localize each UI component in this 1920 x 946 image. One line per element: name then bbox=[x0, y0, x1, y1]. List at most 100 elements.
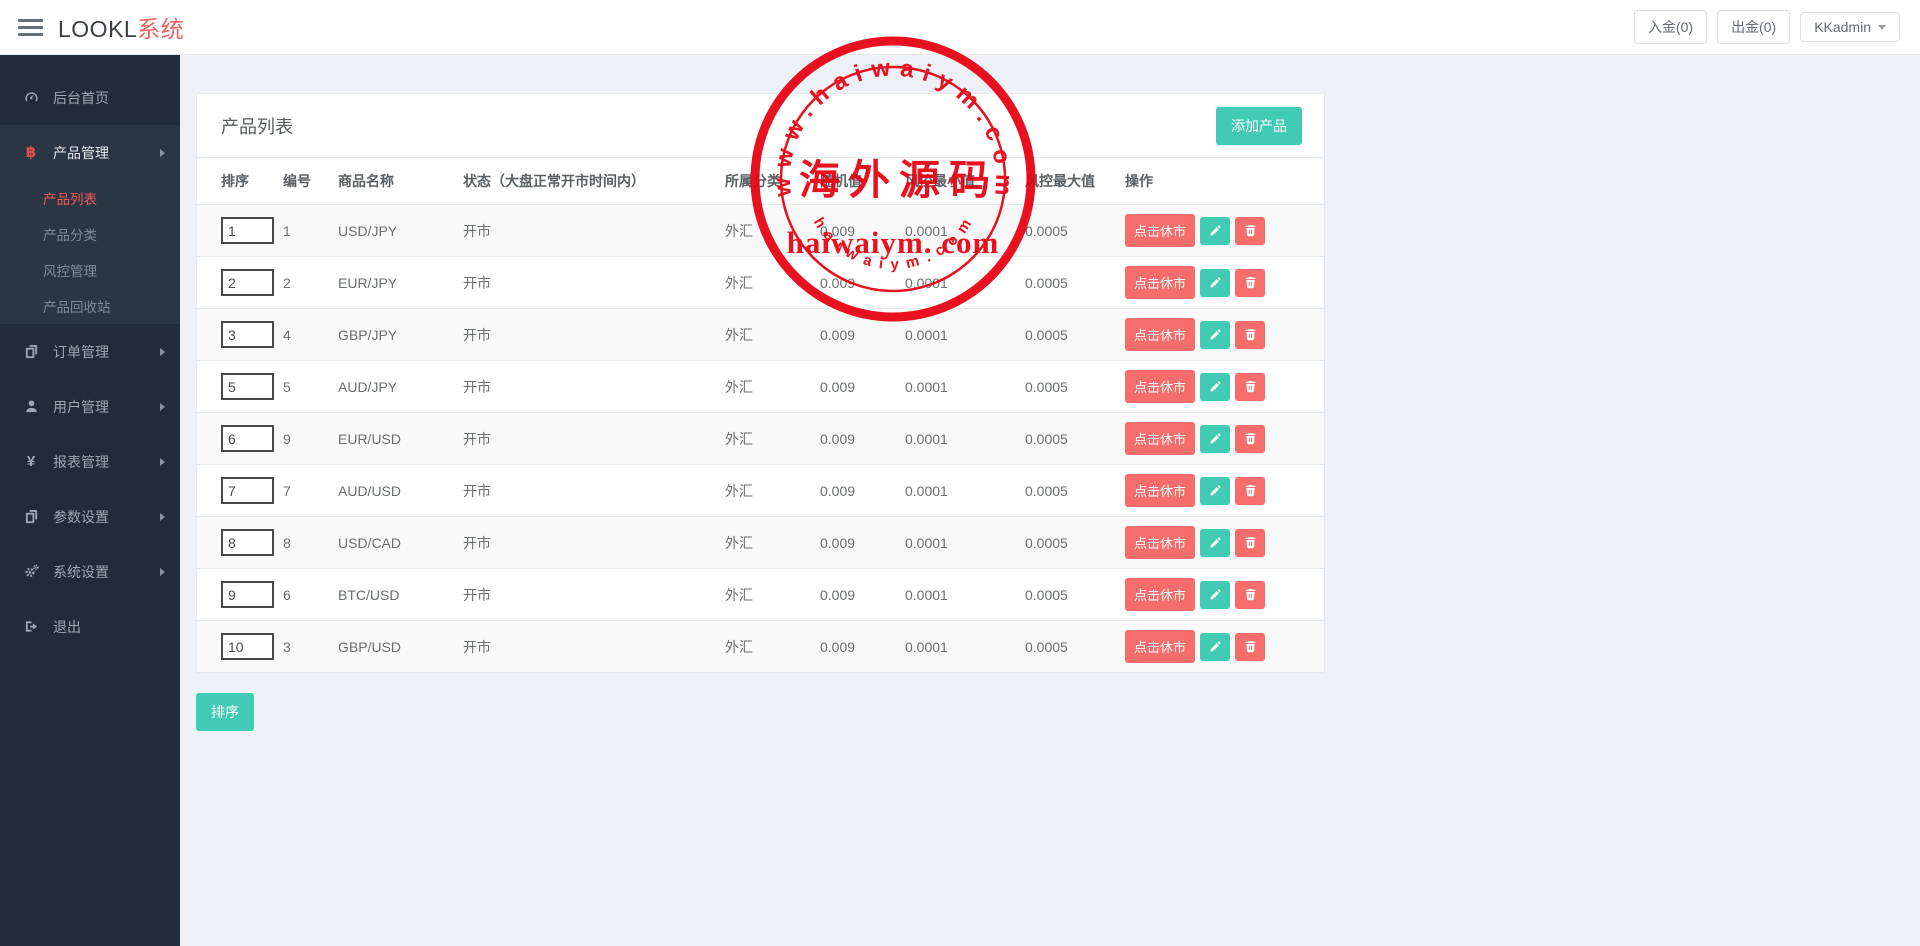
add-product-button[interactable]: 添加产品 bbox=[1216, 107, 1302, 145]
random-value-cell: 0.009 bbox=[820, 621, 905, 673]
category-cell: 外汇 bbox=[725, 465, 820, 517]
risk-max-cell: 0.0005 bbox=[1025, 465, 1125, 517]
sidebar-subitem-risk-mgmt[interactable]: 风控管理 bbox=[0, 252, 180, 288]
table-body: 1USD/JPY开市外汇0.0090.00010.0005点击休市2EUR/JP… bbox=[197, 205, 1324, 673]
sidebar-item-param-settings[interactable]: 参数设置 bbox=[0, 489, 180, 544]
sort-input[interactable] bbox=[221, 477, 274, 504]
product-list-panel: 产品列表 添加产品 排序编号商品名称状态（大盘正常开市时间内）所属分类随机值风控… bbox=[196, 93, 1325, 673]
edit-button[interactable] bbox=[1200, 425, 1230, 453]
random-value-cell: 0.009 bbox=[820, 569, 905, 621]
chevron-down-icon bbox=[1878, 25, 1886, 30]
sort-input[interactable] bbox=[221, 269, 274, 296]
copy-icon bbox=[21, 344, 41, 359]
sidebar-subitem-product-category[interactable]: 产品分类 bbox=[0, 216, 180, 252]
product-table: 排序编号商品名称状态（大盘正常开市时间内）所属分类随机值风控最小值风控最大值操作… bbox=[197, 158, 1324, 672]
user-menu-button[interactable]: KKadmin bbox=[1800, 12, 1900, 42]
edit-button[interactable] bbox=[1200, 217, 1230, 245]
close-market-button[interactable]: 点击休市 bbox=[1125, 266, 1195, 299]
table-row: 7AUD/USD开市外汇0.0090.00010.0005点击休市 bbox=[197, 465, 1324, 517]
sidebar-item-label: 订单管理 bbox=[53, 342, 109, 362]
sort-input[interactable] bbox=[221, 321, 274, 348]
risk-max-cell: 0.0005 bbox=[1025, 257, 1125, 309]
sidebar-submenu: 产品列表产品分类风控管理产品回收站 bbox=[0, 180, 180, 324]
sidebar-group-param-settings: 参数设置 bbox=[0, 489, 180, 544]
delete-button[interactable] bbox=[1235, 321, 1265, 349]
product-name-cell: EUR/JPY bbox=[338, 257, 463, 309]
random-value-cell: 0.009 bbox=[820, 465, 905, 517]
deposit-button[interactable]: 入金(0) bbox=[1634, 10, 1707, 44]
delete-button[interactable] bbox=[1235, 477, 1265, 505]
sidebar-item-dashboard[interactable]: 后台首页 bbox=[0, 70, 180, 125]
product-id-cell: 1 bbox=[283, 205, 338, 257]
user-icon bbox=[21, 399, 41, 414]
risk-min-cell: 0.0001 bbox=[905, 569, 1025, 621]
edit-button[interactable] bbox=[1200, 477, 1230, 505]
table-row: 3GBP/USD开市外汇0.0090.00010.0005点击休市 bbox=[197, 621, 1324, 673]
sidebar-item-label: 后台首页 bbox=[53, 88, 109, 108]
sidebar: 后台首页 ฿产品管理产品列表产品分类风控管理产品回收站订单管理用户管理¥报表管理参… bbox=[0, 55, 180, 946]
sidebar-item-order-mgmt[interactable]: 订单管理 bbox=[0, 324, 180, 379]
sort-input[interactable] bbox=[221, 425, 274, 452]
close-market-button[interactable]: 点击休市 bbox=[1125, 474, 1195, 507]
edit-button[interactable] bbox=[1200, 269, 1230, 297]
edit-button[interactable] bbox=[1200, 373, 1230, 401]
category-cell: 外汇 bbox=[725, 413, 820, 465]
sidebar-subitem-product-recycle[interactable]: 产品回收站 bbox=[0, 288, 180, 324]
sidebar-item-label: 报表管理 bbox=[53, 452, 109, 472]
sidebar-item-product-mgmt[interactable]: ฿产品管理 bbox=[0, 125, 180, 180]
product-name-cell: BTC/USD bbox=[338, 569, 463, 621]
edit-button[interactable] bbox=[1200, 529, 1230, 557]
close-market-button[interactable]: 点击休市 bbox=[1125, 578, 1195, 611]
sort-input[interactable] bbox=[221, 581, 274, 608]
withdraw-button[interactable]: 出金(0) bbox=[1717, 10, 1790, 44]
product-name-cell: GBP/JPY bbox=[338, 309, 463, 361]
close-market-button[interactable]: 点击休市 bbox=[1125, 422, 1195, 455]
close-market-button[interactable]: 点击休市 bbox=[1125, 370, 1195, 403]
sort-input[interactable] bbox=[221, 373, 274, 400]
close-market-button[interactable]: 点击休市 bbox=[1125, 318, 1195, 351]
edit-button[interactable] bbox=[1200, 633, 1230, 661]
product-id-cell: 5 bbox=[283, 361, 338, 413]
delete-button[interactable] bbox=[1235, 425, 1265, 453]
delete-button[interactable] bbox=[1235, 217, 1265, 245]
table-row: 8USD/CAD开市外汇0.0090.00010.0005点击休市 bbox=[197, 517, 1324, 569]
sidebar-item-system-settings[interactable]: 系统设置 bbox=[0, 544, 180, 599]
category-cell: 外汇 bbox=[725, 309, 820, 361]
sort-input[interactable] bbox=[221, 217, 274, 244]
delete-button[interactable] bbox=[1235, 633, 1265, 661]
logo-accent: 系统 bbox=[137, 16, 184, 42]
risk-max-cell: 0.0005 bbox=[1025, 621, 1125, 673]
sort-input[interactable] bbox=[221, 633, 274, 660]
sidebar-item-user-mgmt[interactable]: 用户管理 bbox=[0, 379, 180, 434]
risk-max-cell: 0.0005 bbox=[1025, 361, 1125, 413]
delete-button[interactable] bbox=[1235, 581, 1265, 609]
product-id-cell: 7 bbox=[283, 465, 338, 517]
table-row: 6BTC/USD开市外汇0.0090.00010.0005点击休市 bbox=[197, 569, 1324, 621]
random-value-cell: 0.009 bbox=[820, 309, 905, 361]
risk-min-cell: 0.0001 bbox=[905, 465, 1025, 517]
panel-header: 产品列表 添加产品 bbox=[197, 94, 1324, 158]
edit-button[interactable] bbox=[1200, 321, 1230, 349]
status-cell: 开市 bbox=[463, 257, 725, 309]
risk-min-cell: 0.0001 bbox=[905, 361, 1025, 413]
chevron-right-icon bbox=[160, 568, 165, 576]
close-market-button[interactable]: 点击休市 bbox=[1125, 214, 1195, 247]
product-name-cell: EUR/USD bbox=[338, 413, 463, 465]
delete-button[interactable] bbox=[1235, 529, 1265, 557]
sort-input[interactable] bbox=[221, 529, 274, 556]
hamburger-menu-icon[interactable] bbox=[18, 19, 43, 36]
sidebar-item-label: 退出 bbox=[53, 617, 81, 637]
sidebar-group-dashboard: 后台首页 bbox=[0, 70, 180, 125]
close-market-button[interactable]: 点击休市 bbox=[1125, 630, 1195, 663]
delete-button[interactable] bbox=[1235, 269, 1265, 297]
sidebar-subitem-product-list[interactable]: 产品列表 bbox=[0, 180, 180, 216]
category-cell: 外汇 bbox=[725, 257, 820, 309]
table-row: 2EUR/JPY开市外汇0.0090.00010.0005点击休市 bbox=[197, 257, 1324, 309]
edit-button[interactable] bbox=[1200, 581, 1230, 609]
delete-button[interactable] bbox=[1235, 373, 1265, 401]
sort-submit-button[interactable]: 排序 bbox=[196, 693, 254, 731]
close-market-button[interactable]: 点击休市 bbox=[1125, 526, 1195, 559]
sidebar-item-logout[interactable]: 退出 bbox=[0, 599, 180, 654]
sidebar-group-user-mgmt: 用户管理 bbox=[0, 379, 180, 434]
sidebar-item-report-mgmt[interactable]: ¥报表管理 bbox=[0, 434, 180, 489]
